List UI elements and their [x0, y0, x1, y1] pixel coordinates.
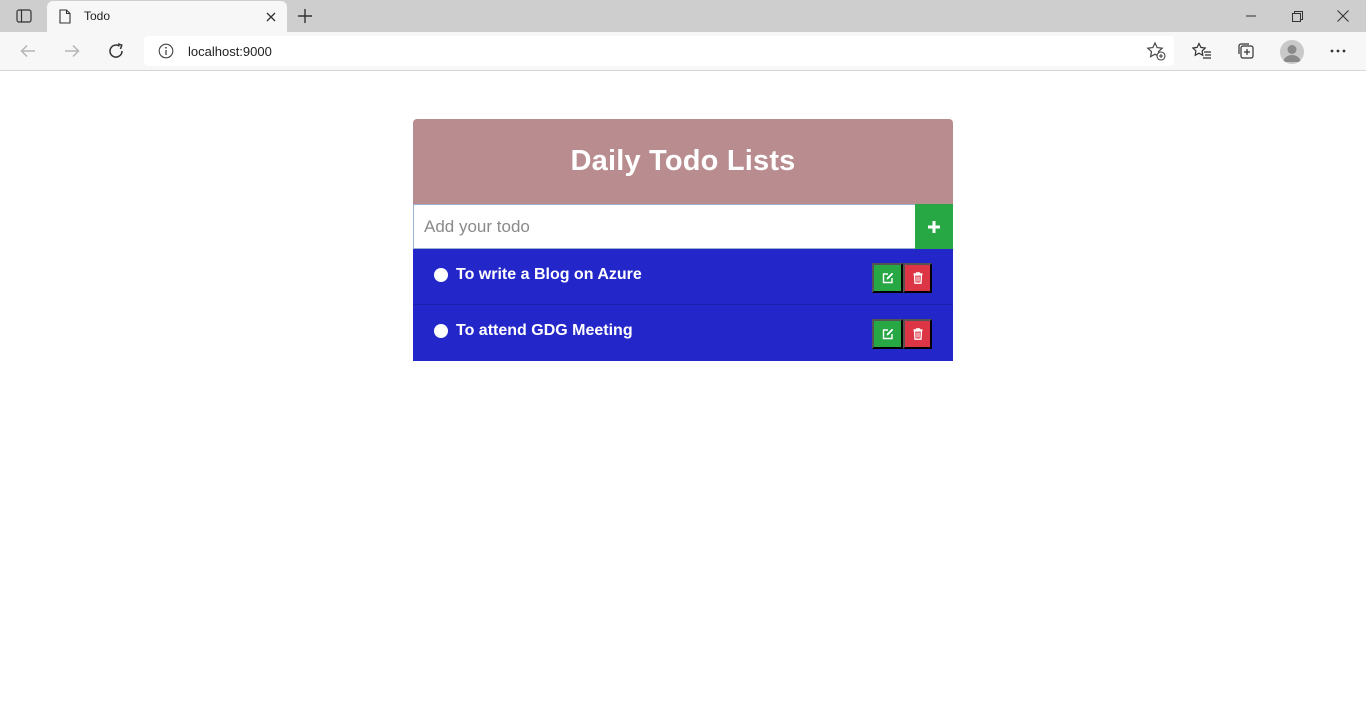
collections-icon[interactable] — [1231, 36, 1261, 66]
browser-tab[interactable]: Todo — [47, 1, 287, 32]
tab-title: Todo — [84, 9, 111, 23]
edit-todo-button[interactable] — [872, 319, 903, 349]
new-tab-icon[interactable] — [293, 4, 317, 28]
bullet-icon — [434, 324, 448, 338]
reload-icon[interactable] — [101, 36, 131, 66]
close-tab-icon[interactable] — [261, 7, 281, 27]
minimize-icon[interactable] — [1228, 0, 1274, 32]
app-header: Daily Todo Lists — [413, 119, 953, 204]
page-title: Daily Todo Lists — [570, 145, 796, 177]
profile-avatar-icon[interactable] — [1280, 40, 1304, 64]
close-window-icon[interactable] — [1320, 0, 1366, 32]
edit-icon — [882, 272, 893, 284]
page-icon — [59, 9, 73, 24]
back-icon[interactable] — [13, 36, 43, 66]
plus-icon — [928, 220, 940, 233]
edit-icon — [882, 328, 893, 340]
url-text: localhost:9000 — [188, 44, 272, 59]
bullet-icon — [434, 268, 448, 282]
add-todo-button[interactable] — [915, 204, 953, 249]
todo-text: To attend GDG Meeting — [456, 322, 633, 339]
browser-tab-bar: Todo — [0, 0, 1366, 32]
forward-icon[interactable] — [57, 36, 87, 66]
add-favorite-icon[interactable] — [1146, 41, 1166, 61]
restore-icon[interactable] — [1274, 0, 1320, 32]
todo-item: To attend GDG Meeting — [413, 305, 953, 361]
delete-todo-button[interactable] — [903, 263, 932, 293]
browser-toolbar: localhost:9000 — [0, 32, 1366, 71]
trash-icon — [913, 328, 922, 340]
todo-item: To write a Blog on Azure — [413, 249, 953, 305]
todo-list: To write a Blog on Azure To attend GDG M… — [413, 249, 953, 361]
more-options-icon[interactable] — [1323, 36, 1353, 66]
site-info-icon[interactable] — [158, 43, 174, 59]
tab-actions-icon[interactable] — [8, 4, 40, 28]
trash-icon — [913, 272, 922, 284]
todo-app: Daily Todo Lists To write a Blog on Azur… — [413, 119, 953, 361]
add-todo-form — [413, 204, 953, 249]
edit-todo-button[interactable] — [872, 263, 903, 293]
favorites-icon[interactable] — [1187, 36, 1217, 66]
delete-todo-button[interactable] — [903, 319, 932, 349]
todo-input[interactable] — [413, 204, 915, 249]
address-bar[interactable]: localhost:9000 — [144, 36, 1174, 66]
todo-text: To write a Blog on Azure — [456, 266, 642, 283]
